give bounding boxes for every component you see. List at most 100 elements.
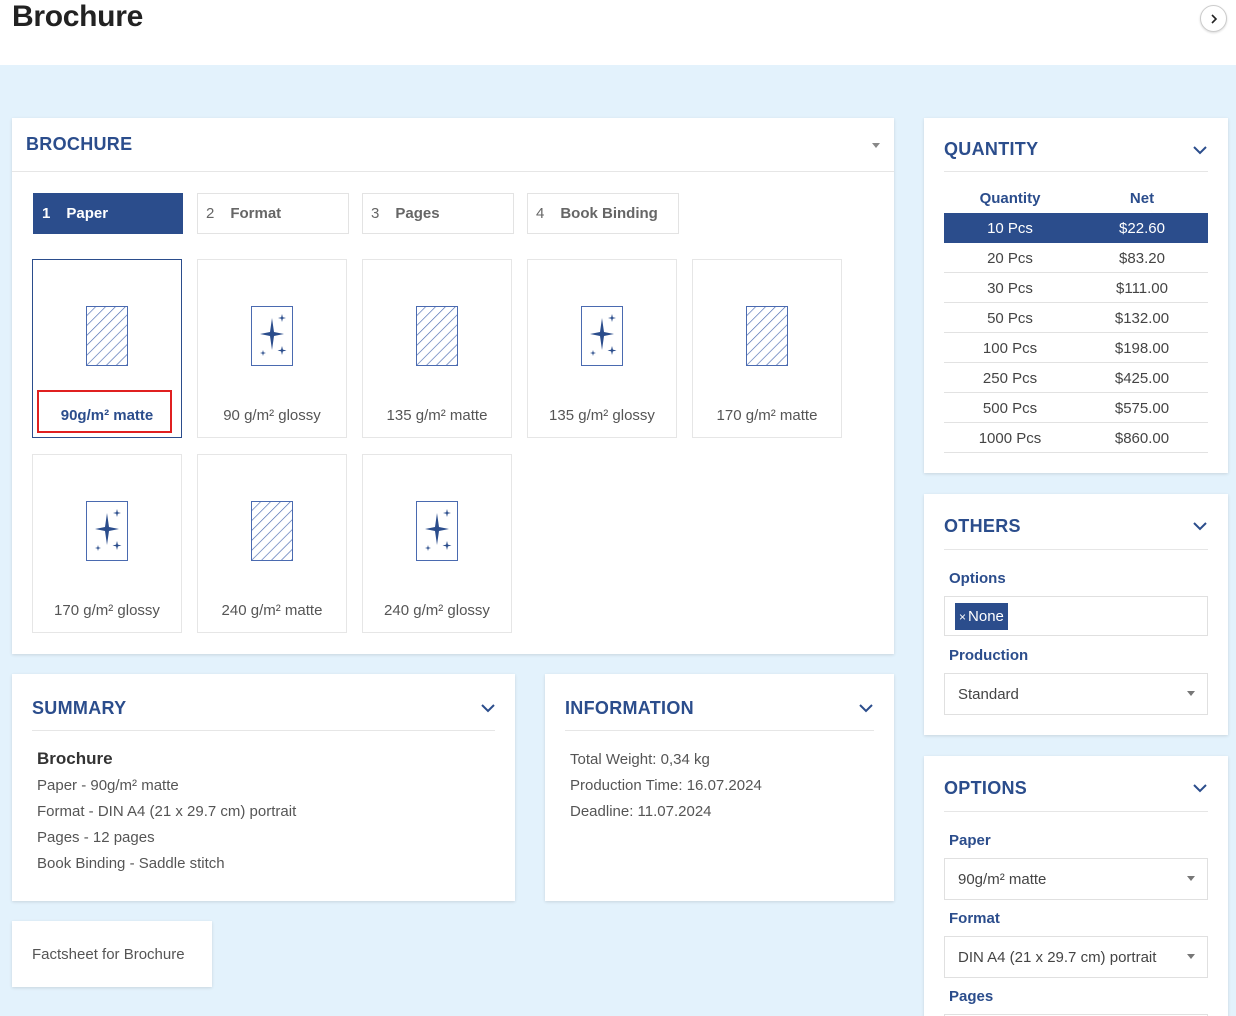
tab-book-binding[interactable]: 4 Book Binding [527,193,679,234]
glossy-paper-icon [251,306,293,366]
table-row[interactable]: 100 Pcs $198.00 [944,333,1208,363]
paper-value: 90g/m² matte [958,870,1047,888]
format-label: Format [949,910,1000,927]
price-cell: $132.00 [1114,310,1170,327]
quantity-cell: 1000 Pcs [978,430,1042,447]
quantity-column-header: Quantity [979,190,1041,207]
paper-option-135-glossy[interactable]: 135 g/m² glossy [527,259,677,438]
paper-option-90-matte[interactable]: 90g/m² matte [32,259,182,438]
next-button[interactable] [1200,5,1227,32]
matte-paper-icon [251,501,293,561]
quantity-cell: 20 Pcs [987,250,1033,267]
table-row[interactable]: 30 Pcs $111.00 [944,273,1208,303]
tab-format[interactable]: 2 Format [197,193,349,234]
caret-down-icon[interactable] [871,143,881,149]
paper-select[interactable]: 90g/m² matte [944,858,1208,900]
divider [12,171,894,172]
glossy-paper-icon [581,306,623,366]
chevron-right-icon [1210,13,1217,24]
summary-line: Pages - 12 pages [37,829,155,846]
chevron-down-icon[interactable] [481,704,495,713]
tab-number: 3 [371,205,380,222]
price-cell: $83.20 [1119,250,1165,267]
production-label: Production [949,647,1029,664]
paper-option-170-matte[interactable]: 170 g/m² matte [692,259,842,438]
options-tag[interactable]: × None [955,603,1008,630]
summary-heading: Brochure [37,749,113,768]
summary-line: Paper - 90g/m² matte [37,777,179,794]
summary-card-title: SUMMARY [32,698,127,718]
caret-down-icon [1187,876,1195,881]
format-select[interactable]: DIN A4 (21 x 29.7 cm) portrait [944,936,1208,978]
others-card: OTHERS Options × None Production Standar… [924,494,1228,735]
paper-option-240-matte[interactable]: 240 g/m² matte [197,454,347,633]
production-value: Standard [958,685,1019,703]
quantity-cell: 500 Pcs [982,400,1038,417]
paper-option-label: 135 g/m² matte [386,407,488,424]
paper-option-90-glossy[interactable]: 90 g/m² glossy [197,259,347,438]
price-cell: $575.00 [1114,400,1170,417]
tab-pages[interactable]: 3 Pages [362,193,514,234]
table-row[interactable]: 250 Pcs $425.00 [944,363,1208,393]
brochure-card-title: BROCHURE [26,134,133,154]
options-card: OPTIONS Paper 90g/m² matte Format DIN A4… [924,756,1228,1016]
tab-label: Pages [395,205,440,222]
price-cell: $111.00 [1116,280,1168,297]
divider [565,730,874,731]
paper-option-135-matte[interactable]: 135 g/m² matte [362,259,512,438]
others-card-title: OTHERS [944,516,1021,536]
options-label: Options [949,570,1006,587]
selection-highlight [37,390,172,433]
chevron-down-icon[interactable] [1193,522,1207,531]
matte-paper-icon [416,306,458,366]
factsheet-label: Factsheet for Brochure [32,946,185,963]
price-cell: $860.00 [1114,430,1170,447]
divider [944,811,1208,812]
options-tag-label: None [968,608,1004,625]
paper-option-240-glossy[interactable]: 240 g/m² glossy [362,454,512,633]
tab-number: 2 [206,205,215,222]
quantity-cell: 10 Pcs [987,220,1033,237]
paper-option-label: 135 g/m² glossy [549,407,655,424]
summary-line: Format - DIN A4 (21 x 29.7 cm) portrait [37,803,297,820]
information-line: Deadline: 11.07.2024 [570,803,712,820]
matte-paper-icon [746,306,788,366]
factsheet-link[interactable]: Factsheet for Brochure [12,921,212,987]
quantity-cell: 250 Pcs [982,370,1038,387]
information-line: Production Time: 16.07.2024 [570,777,762,794]
information-card: INFORMATION Total Weight: 0,34 kg Produc… [545,674,894,901]
chevron-down-icon[interactable] [1193,784,1207,793]
production-select[interactable]: Standard [944,673,1208,715]
price-cell: $425.00 [1114,370,1170,387]
quantity-cell: 50 Pcs [987,310,1033,327]
paper-option-label: 240 g/m² glossy [384,602,490,619]
brochure-card: BROCHURE 1 Paper 2 Format 3 Pages 4 Book… [12,118,894,654]
paper-option-label: 170 g/m² glossy [54,602,160,619]
table-row[interactable]: 10 Pcs $22.60 [944,213,1208,243]
matte-paper-icon [86,306,128,366]
quantity-card: QUANTITY Quantity Net 10 Pcs $22.60 20 P… [924,118,1228,473]
paper-option-label: 240 g/m² matte [221,602,323,619]
tab-paper[interactable]: 1 Paper [33,193,183,234]
tag-remove-icon[interactable]: × [959,610,966,624]
options-card-title: OPTIONS [944,778,1028,798]
price-cell: $22.60 [1119,220,1165,237]
quantity-cell: 100 Pcs [982,340,1038,357]
paper-option-170-glossy[interactable]: 170 g/m² glossy [32,454,182,633]
table-row[interactable]: 20 Pcs $83.20 [944,243,1208,273]
tab-label: Paper [66,205,109,222]
caret-down-icon [1187,954,1195,959]
options-multiselect[interactable]: × None [944,596,1208,636]
divider [944,171,1208,172]
chevron-down-icon[interactable] [859,704,873,713]
top-bar: Brochure [0,0,1236,65]
format-value: DIN A4 (21 x 29.7 cm) portrait [958,948,1157,966]
chevron-down-icon[interactable] [1193,146,1207,155]
table-row[interactable]: 1000 Pcs $860.00 [944,423,1208,453]
table-row[interactable]: 500 Pcs $575.00 [944,393,1208,423]
information-card-title: INFORMATION [565,698,694,718]
table-row[interactable]: 50 Pcs $132.00 [944,303,1208,333]
pages-label: Pages [949,988,994,1005]
paper-label: Paper [949,832,991,849]
summary-card: SUMMARY Brochure Paper - 90g/m² matte Fo… [12,674,515,901]
